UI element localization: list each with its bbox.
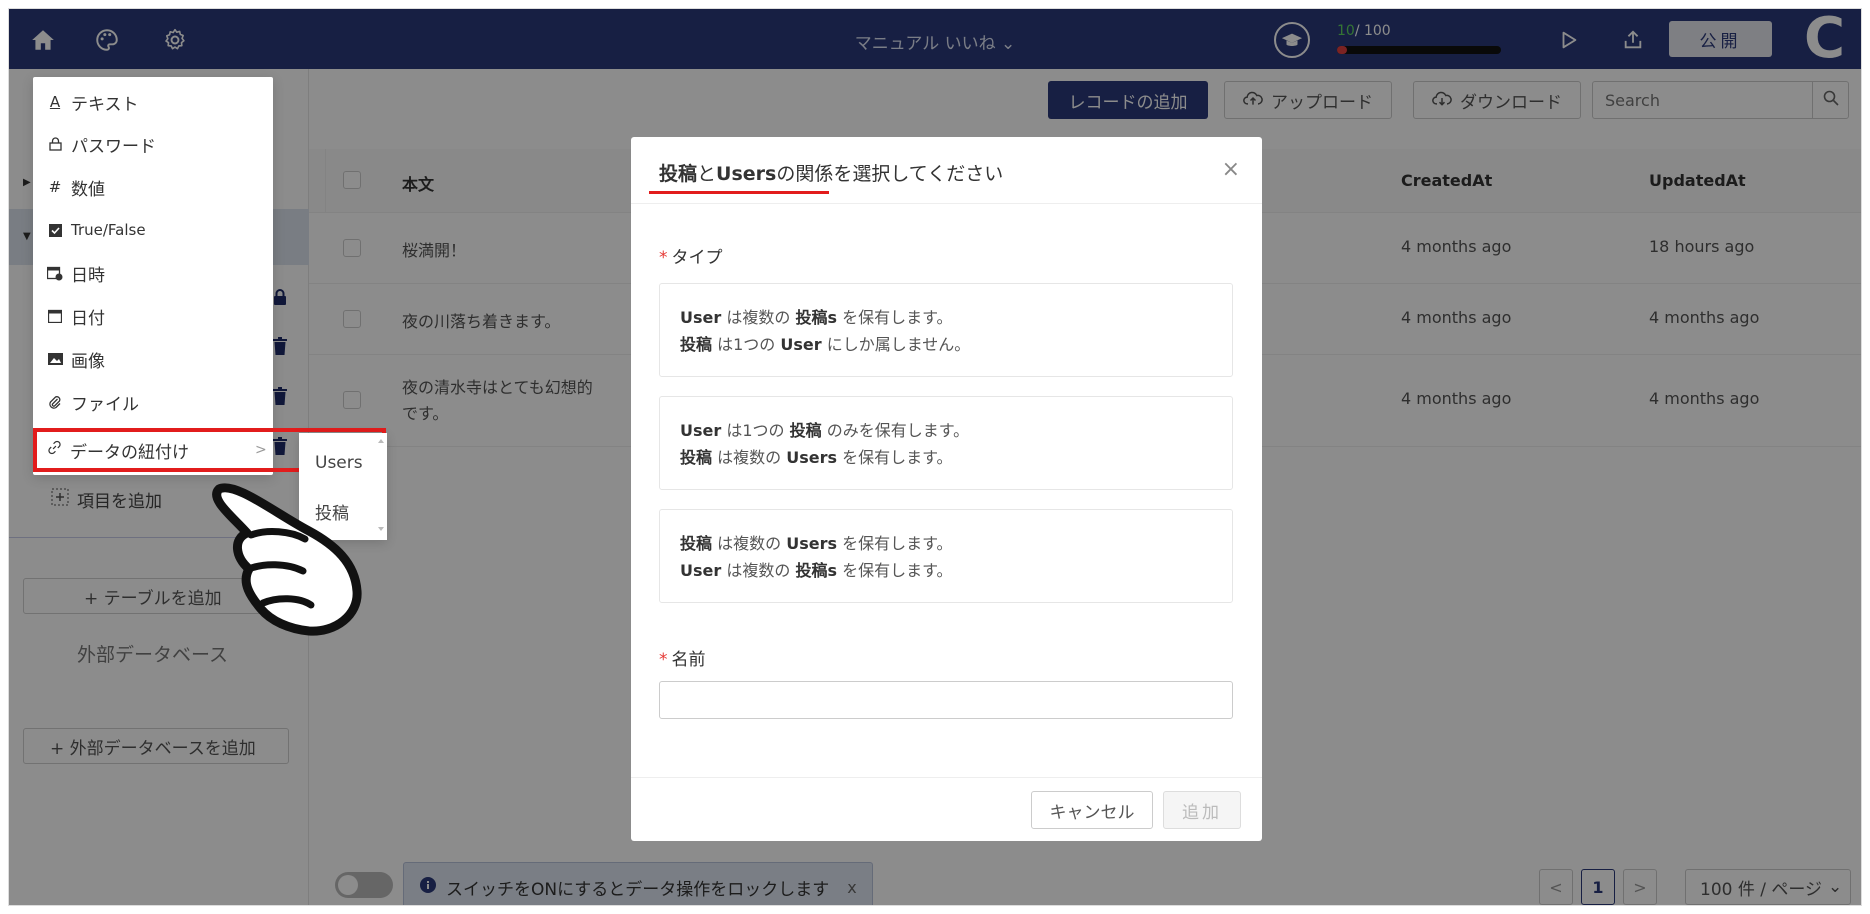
type-field-label: * タイプ <box>659 243 723 268</box>
relation-entity: User <box>680 421 722 440</box>
relation-text: は1つの <box>721 421 790 440</box>
divider <box>631 777 1262 778</box>
lock-icon <box>47 137 63 151</box>
menu-item-text[interactable]: A テキスト <box>47 87 139 117</box>
name-label-text: 名前 <box>671 650 706 670</box>
modal-title: 投稿とUsersの関係を選択してください <box>659 159 1003 186</box>
menu-item-label: ファイル <box>71 394 139 415</box>
calendar-clock-icon <box>47 266 63 281</box>
relation-text: を保有します。 <box>836 448 953 467</box>
menu-item-label: パスワード <box>71 136 156 157</box>
menu-item-label: 日付 <box>71 308 105 329</box>
relation-option-many-to-many[interactable]: 投稿 は複数の Users を保有します。 User は複数の 投稿s を保有しま… <box>659 509 1233 603</box>
relation-text: は複数の <box>721 561 796 580</box>
chevron-right-icon: > <box>255 442 267 458</box>
relation-text: は複数の <box>712 448 787 467</box>
modal-title-source: 投稿 <box>659 163 698 185</box>
relation-option-line: User は複数の 投稿s を保有します。 <box>680 557 1212 584</box>
menu-item-datetime[interactable]: 日時 <box>47 258 105 288</box>
hash-icon: # <box>48 178 62 196</box>
relation-entity: 投稿 <box>789 421 822 440</box>
type-label-text: タイプ <box>671 248 723 268</box>
relation-text: にしか属しません。 <box>821 335 971 354</box>
relation-entity: 投稿s <box>795 308 837 327</box>
link-icon <box>47 440 62 460</box>
menu-item-password[interactable]: パスワード <box>47 129 156 159</box>
menu-item-label: 日時 <box>71 265 105 286</box>
menu-item-number[interactable]: # 数値 <box>47 172 105 202</box>
menu-item-label: 画像 <box>71 351 105 372</box>
relation-option-one-to-many[interactable]: User は複数の 投稿s を保有します。 投稿 は1つの User にしか属しま… <box>659 283 1233 377</box>
modal-title-target: Users <box>716 163 777 185</box>
relation-entity: 投稿 <box>680 335 713 354</box>
relation-modal: 投稿とUsersの関係を選択してください × * タイプ User は複数の 投稿… <box>631 137 1262 841</box>
menu-item-label: データの紐付け <box>70 442 189 463</box>
menu-item-boolean[interactable]: True/False <box>47 215 146 245</box>
menu-item-date[interactable]: 日付 <box>47 301 105 331</box>
submenu-item-users[interactable]: Users <box>315 453 363 473</box>
relation-text: を保有します。 <box>836 534 953 553</box>
relation-entity: Users <box>786 448 837 467</box>
text-icon: A <box>49 93 61 111</box>
paperclip-icon <box>47 395 63 409</box>
relation-text: を保有します。 <box>836 561 953 580</box>
relation-entity: 投稿s <box>795 561 837 580</box>
menu-item-label: 数値 <box>71 179 105 200</box>
cancel-button[interactable]: キャンセル <box>1031 791 1153 829</box>
relation-text: を保有します。 <box>836 308 953 327</box>
relation-text: は複数の <box>712 534 787 553</box>
required-mark: * <box>659 248 668 268</box>
relation-entity: User <box>680 308 722 327</box>
relation-option-line: User は複数の 投稿s を保有します。 <box>680 304 1212 331</box>
relation-option-line: User は1つの 投稿 のみを保有します。 <box>680 417 1212 444</box>
menu-item-image[interactable]: 画像 <box>47 344 105 374</box>
image-icon <box>47 353 63 365</box>
modal-title-and: と <box>697 163 717 185</box>
relation-option-line: 投稿 は複数の Users を保有します。 <box>680 530 1212 557</box>
relation-option-many-to-one[interactable]: User は1つの 投稿 のみを保有します。 投稿 は複数の Users を保有し… <box>659 396 1233 490</box>
field-type-menu: A テキスト パスワード # 数値 True/False 日時 日付 画像 ファイル <box>33 77 273 475</box>
menu-item-label: True/False <box>71 221 146 239</box>
calendar-icon <box>47 309 63 323</box>
submenu-scrollbar[interactable] <box>377 435 385 535</box>
highlight-underline <box>649 191 829 194</box>
add-button[interactable]: 追加 <box>1163 791 1241 829</box>
relation-text: は複数の <box>721 308 796 327</box>
required-mark: * <box>659 650 668 670</box>
relation-text: は1つの <box>712 335 781 354</box>
relation-text: のみを保有します。 <box>821 421 970 440</box>
app-window: マニュアル いいね ⌄ 10/ 100 公開 C ▶ ▼ 項目を追加 + テーブ… <box>8 8 1862 906</box>
relation-entity: 投稿 <box>680 534 713 553</box>
modal-title-rest: の関係を選択してください <box>776 163 1004 185</box>
menu-item-file[interactable]: ファイル <box>47 387 139 417</box>
relation-entity: Users <box>786 534 837 553</box>
relation-entity: User <box>680 561 722 580</box>
close-icon[interactable]: × <box>1222 157 1240 182</box>
relation-option-line: 投稿 は複数の Users を保有します。 <box>680 444 1212 471</box>
name-input[interactable] <box>659 681 1233 719</box>
relation-option-line: 投稿 は1つの User にしか属しません。 <box>680 331 1212 358</box>
divider <box>631 203 1262 204</box>
relation-entity: 投稿 <box>680 448 713 467</box>
checkbox-icon <box>47 223 63 237</box>
pointing-hand-icon <box>205 473 373 641</box>
menu-item-label: テキスト <box>71 94 139 115</box>
name-field-label: * 名前 <box>659 645 706 670</box>
relation-entity: User <box>780 335 822 354</box>
